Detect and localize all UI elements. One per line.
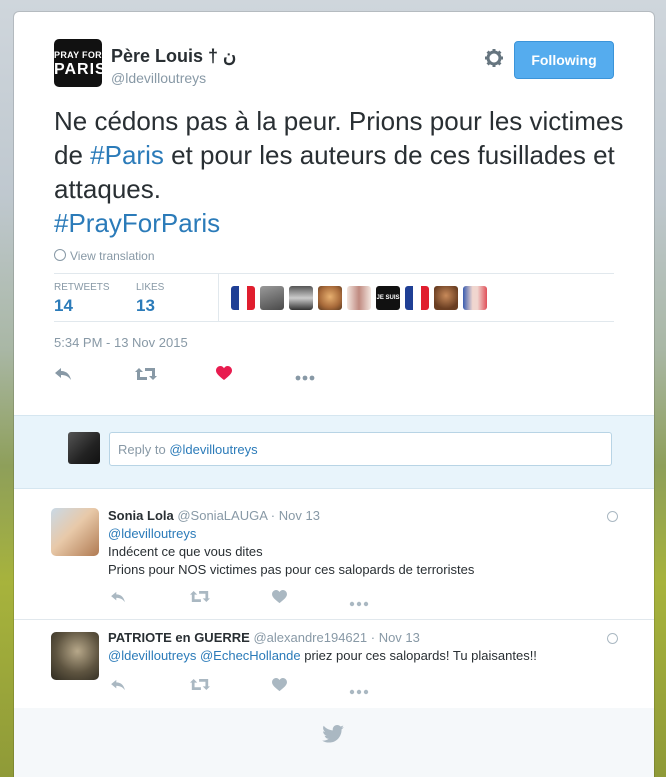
reply-input-prefix: Reply to	[118, 442, 170, 457]
reply-author-name[interactable]: Sonia Lola	[108, 508, 174, 523]
retweet-icon[interactable]	[135, 364, 157, 386]
author-handle[interactable]: @ldevilloutreys	[111, 70, 206, 86]
reply-header: Sonia Lola @SoniaLAUGA · Nov 13	[108, 508, 320, 523]
current-user-avatar	[68, 432, 100, 464]
tweet-timestamp[interactable]: 5:34 PM - 13 Nov 2015	[54, 335, 188, 350]
more-icon[interactable]	[349, 682, 369, 699]
globe-icon	[607, 633, 618, 644]
liker-avatar[interactable]: JE SUIS	[376, 286, 400, 310]
liker-tile-text: JE SUIS	[376, 295, 400, 301]
reply-author-handle[interactable]: @alexandre194621	[253, 630, 367, 645]
retweets-count: 14	[54, 296, 73, 315]
likes-stat[interactable]: LIKES 13	[136, 282, 164, 316]
stats-divider	[218, 274, 219, 321]
author-name[interactable]: Père Louis † ن	[111, 46, 236, 67]
more-icon[interactable]	[295, 364, 315, 386]
hashtag-prayforparis[interactable]: #PrayForParis	[54, 208, 220, 238]
retweets-stat[interactable]: RETWEETS 14	[54, 282, 110, 316]
reply-icon[interactable]	[54, 364, 72, 386]
reply-mention[interactable]: @EchecHollande	[200, 648, 301, 663]
liker-avatar[interactable]	[434, 286, 458, 310]
tweet-stats: RETWEETS 14 LIKES 13 JE SUIS	[54, 273, 614, 322]
retweet-icon[interactable]	[190, 590, 210, 607]
reply-input-mention: @ldevilloutreys	[169, 442, 258, 457]
liker-avatar[interactable]	[231, 286, 255, 310]
tweet-text: Ne cédons pas à la peur. Prions pour les…	[54, 104, 624, 240]
reply-header: PATRIOTE en GUERRE @alexandre194621 · No…	[108, 630, 420, 645]
reply-author-handle[interactable]: @SoniaLAUGA	[177, 508, 267, 523]
reply-tweet[interactable]: Sonia Lola @SoniaLAUGA · Nov 13 @ldevill…	[14, 488, 654, 620]
retweet-icon[interactable]	[190, 678, 210, 695]
reply-icon[interactable]	[110, 678, 126, 695]
avatar-text-top: PRAY FOR	[54, 50, 102, 60]
card-footer	[14, 708, 654, 777]
liker-avatar[interactable]	[405, 286, 429, 310]
avatar-text-bottom: PARIS	[54, 61, 107, 78]
reply-author-avatar[interactable]	[51, 632, 99, 680]
more-icon[interactable]	[349, 594, 369, 611]
tweet-card: PRAY FOR PARIS Père Louis † ن @ldevillou…	[14, 12, 654, 777]
retweets-label: RETWEETS	[54, 282, 110, 293]
reply-composer: Reply to @ldevilloutreys	[14, 415, 654, 489]
liker-avatar[interactable]	[318, 286, 342, 310]
hashtag-paris[interactable]: #Paris	[90, 140, 164, 170]
twitter-bird-icon[interactable]	[322, 725, 344, 747]
reply-input[interactable]: Reply to @ldevilloutreys	[109, 432, 612, 466]
reply-date[interactable]: · Nov 13	[371, 630, 420, 645]
liker-avatar[interactable]	[289, 286, 313, 310]
likes-label: LIKES	[136, 282, 165, 293]
reply-text-line: Prions pour NOS victimes pas pour ces sa…	[108, 562, 475, 577]
reply-tweet[interactable]: PATRIOTE en GUERRE @alexandre194621 · No…	[14, 620, 654, 709]
reply-text: @ldevilloutreys @EchecHollande priez pou…	[108, 648, 537, 663]
gear-icon[interactable]	[483, 48, 505, 70]
reply-mention[interactable]: @ldevilloutreys	[108, 526, 196, 541]
liker-avatar[interactable]	[260, 286, 284, 310]
author-avatar[interactable]: PRAY FOR PARIS	[54, 39, 107, 87]
reply-author-avatar[interactable]	[51, 508, 99, 556]
reply-author-name[interactable]: PATRIOTE en GUERRE	[108, 630, 250, 645]
globe-icon	[607, 511, 618, 522]
liker-avatar[interactable]	[347, 286, 371, 310]
following-button[interactable]: Following	[514, 41, 614, 79]
reply-date[interactable]: · Nov 13	[271, 508, 320, 523]
likes-count: 13	[136, 296, 155, 315]
globe-icon	[54, 249, 66, 261]
reply-text-body: priez pour ces salopards! Tu plaisantes!…	[300, 648, 537, 663]
view-translation-label: View translation	[70, 249, 155, 263]
liker-avatar[interactable]	[463, 286, 487, 310]
heart-icon[interactable]	[272, 590, 287, 608]
reply-icon[interactable]	[110, 590, 126, 607]
heart-icon[interactable]	[216, 364, 232, 386]
view-translation-link[interactable]: View translation	[54, 249, 155, 263]
heart-icon[interactable]	[272, 678, 287, 696]
reply-mention[interactable]: @ldevilloutreys	[108, 648, 196, 663]
reply-text-line: Indécent ce que vous dites	[108, 544, 263, 559]
